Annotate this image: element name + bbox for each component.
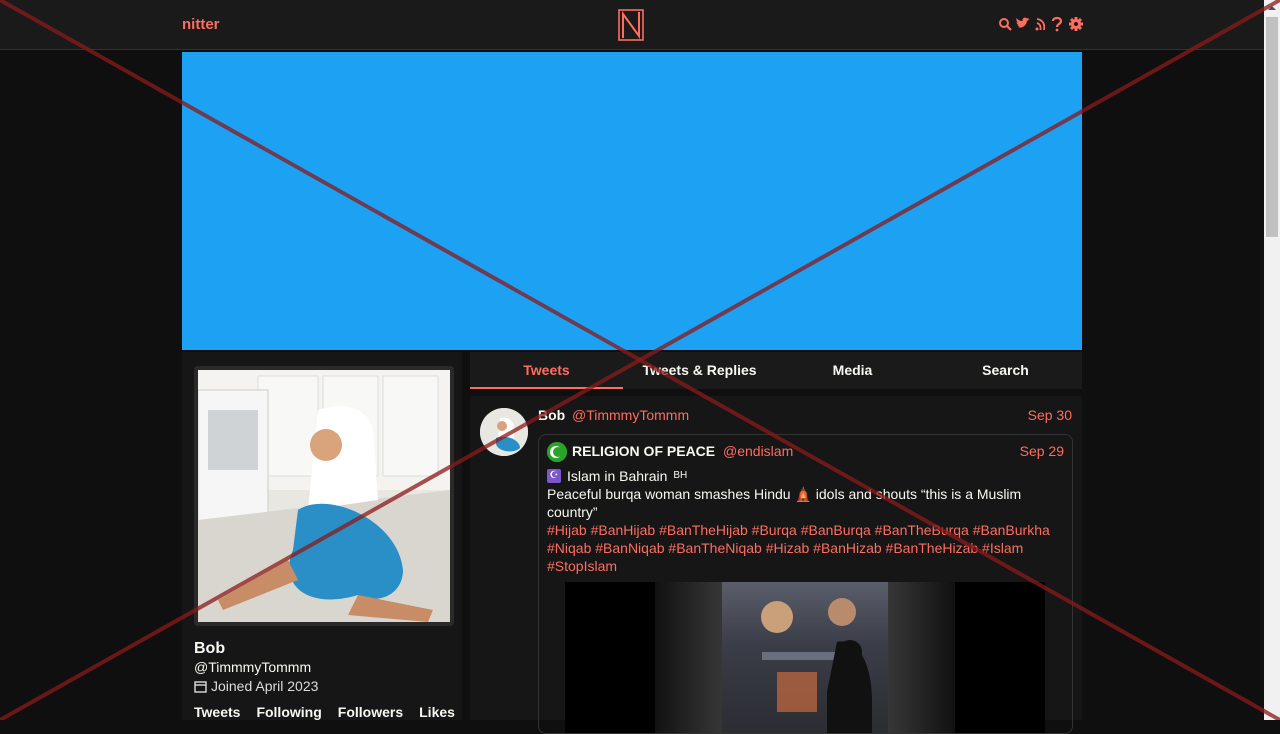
- quote-hashtags[interactable]: #Hijab #BanHijab #BanTheHijab #Burqa #Ba…: [547, 521, 1062, 575]
- timeline-tabs: Tweets Tweets & Replies Media Search: [470, 352, 1082, 389]
- quote-body: ☪ Islam in Bahrain BH Peaceful burqa wom…: [547, 467, 1062, 575]
- search-icon[interactable]: [998, 15, 1012, 33]
- tweet-avatar[interactable]: [480, 408, 528, 456]
- gear-icon[interactable]: [1068, 15, 1084, 33]
- nav-icons: [998, 15, 1084, 33]
- scrollbar[interactable]: [1264, 0, 1280, 720]
- twitter-bird-icon[interactable]: [1015, 15, 1031, 33]
- quote-text: Peaceful burqa woman smashes Hindu 🛕 ido…: [547, 486, 1022, 520]
- flag-code: BH: [673, 470, 688, 481]
- quote-fullname[interactable]: RELIGION OF PEACE: [572, 443, 715, 459]
- tab-tweets[interactable]: Tweets: [470, 352, 623, 389]
- quoted-tweet[interactable]: RELIGION OF PEACE @endislam Sep 29 ☪ Isl…: [538, 434, 1073, 734]
- tab-search[interactable]: Search: [929, 352, 1082, 389]
- quote-avatar[interactable]: [547, 442, 567, 462]
- joined-date: Joined April 2023: [211, 678, 319, 694]
- tweet-username[interactable]: @TimmmyTommm: [572, 407, 689, 423]
- navbar: nitter: [0, 0, 1264, 50]
- profile-avatar[interactable]: [194, 366, 454, 626]
- tweet-date[interactable]: Sep 30: [1028, 407, 1072, 423]
- tweet-fullname[interactable]: Bob: [538, 407, 565, 423]
- stat-followers[interactable]: Followers: [338, 704, 403, 720]
- tab-media[interactable]: Media: [776, 352, 929, 389]
- rss-icon[interactable]: [1034, 15, 1048, 33]
- quote-media[interactable]: [565, 582, 1045, 733]
- help-icon[interactable]: [1051, 15, 1065, 33]
- video-thumbnail: [655, 582, 955, 733]
- profile-username[interactable]: @TimmmyTommm: [194, 659, 311, 675]
- quote-line1: Islam in Bahrain: [567, 468, 668, 484]
- quote-username[interactable]: @endislam: [723, 443, 793, 459]
- calendar-icon: [194, 680, 207, 693]
- quote-date[interactable]: Sep 29: [1020, 443, 1064, 459]
- crescent-icon: ☪: [547, 469, 561, 483]
- timeline: Tweets Tweets & Replies Media Search Bob…: [470, 352, 1082, 734]
- scrollbar-thumb[interactable]: [1266, 17, 1278, 237]
- stat-tweets[interactable]: Tweets: [194, 704, 240, 720]
- tweet-item[interactable]: Bob @TimmmyTommm Sep 30 RELIGION OF PEAC…: [470, 396, 1082, 734]
- profile-card: Bob @TimmmyTommm Joined April 2023 Tweet…: [182, 352, 462, 720]
- scroll-up-arrow-icon[interactable]: [1264, 0, 1280, 16]
- profile-banner: [182, 52, 1082, 350]
- avatar-photo: [198, 370, 450, 622]
- nitter-logo-icon[interactable]: [617, 8, 645, 42]
- profile-stats: Tweets Following Followers Likes: [194, 704, 455, 720]
- brand-link[interactable]: nitter: [182, 16, 220, 33]
- stat-following[interactable]: Following: [256, 704, 321, 720]
- profile-joined: Joined April 2023: [194, 678, 318, 694]
- profile-fullname: Bob: [194, 640, 226, 657]
- video-frame: [722, 582, 888, 733]
- stat-likes[interactable]: Likes: [419, 704, 455, 720]
- tab-tweets-replies[interactable]: Tweets & Replies: [623, 352, 776, 389]
